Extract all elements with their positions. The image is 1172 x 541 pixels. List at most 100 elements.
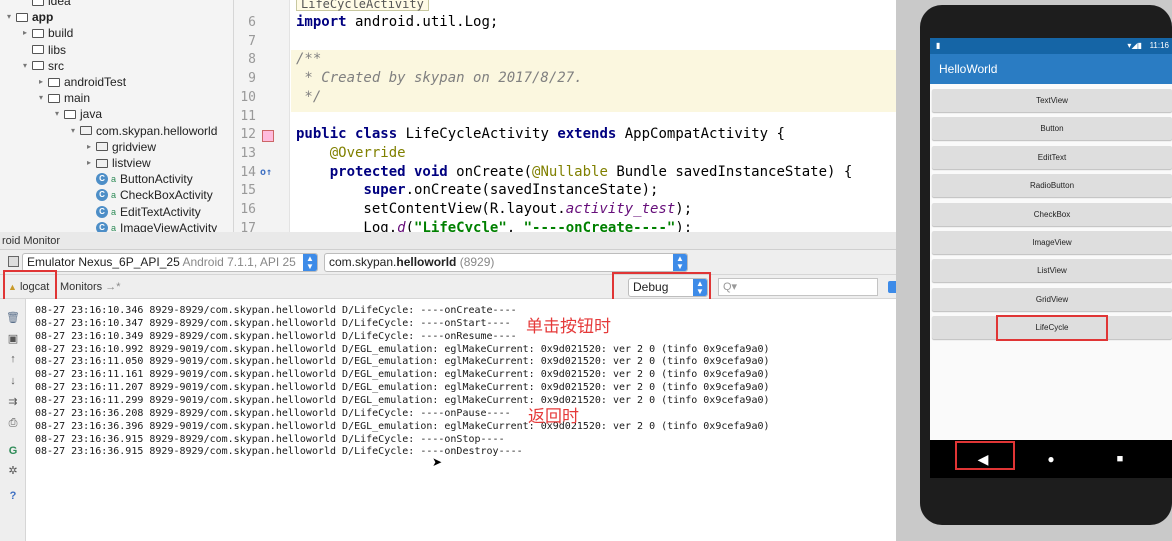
- print-icon[interactable]: ⎙: [6, 416, 20, 430]
- phone-status-bar: ▮ ▾◢▮ 11:16: [930, 38, 1172, 54]
- log-line[interactable]: 08-27 23:16:36.915 8929-8929/com.skypan.…: [35, 434, 505, 447]
- phone-button-imageview[interactable]: ImageView: [932, 231, 1172, 254]
- code-editor[interactable]: 6 7 8 9 10 11 12 13 14 15 16 17 o↑ LifeCycleActivity…: [234, 0, 896, 232]
- log-line[interactable]: 08-27 23:16:36.396 8929-9019/com.skypan.…: [35, 421, 770, 434]
- code-line[interactable]: setContentView(R.layout.activity_test);: [296, 201, 692, 217]
- tree-item[interactable]: libs: [18, 42, 66, 58]
- chevron-down-icon[interactable]: ▾: [50, 106, 64, 122]
- log-line[interactable]: 08-27 23:16:10.992 8929-9019/com.skypan.…: [35, 344, 770, 357]
- tree-item[interactable]: ▾ app: [2, 9, 53, 25]
- log-line[interactable]: 08-27 23:16:11.161 8929-9019/com.skypan.…: [35, 369, 770, 382]
- chevron-down-icon[interactable]: ▾: [18, 58, 32, 74]
- logcat-output[interactable]: 08-27 23:16:10.346 8929-8929/com.skypan.…: [26, 299, 896, 541]
- tree-item[interactable]: ▸ androidTest: [34, 74, 126, 90]
- log-line[interactable]: 08-27 23:16:10.346 8929-8929/com.skypan.…: [35, 305, 517, 318]
- back-icon[interactable]: ◀: [973, 450, 993, 468]
- tree-item-label: build: [48, 26, 74, 41]
- restart-icon[interactable]: G: [6, 444, 20, 458]
- chevron-right-icon[interactable]: ▸: [18, 25, 32, 41]
- tree-item[interactable]: Ca ButtonActivity: [82, 171, 193, 187]
- code-line[interactable]: /**: [296, 51, 321, 67]
- screen-capture-icon[interactable]: ▣: [6, 332, 20, 346]
- tree-item[interactable]: idea: [18, 0, 71, 9]
- chevron-right-icon[interactable]: ▸: [34, 74, 48, 90]
- folder-icon: [32, 61, 44, 71]
- line-number: 11: [240, 108, 256, 124]
- tree-item[interactable]: ▸ gridview: [82, 139, 156, 155]
- activity-layout-icon[interactable]: [262, 130, 274, 142]
- phone-button-checkbox[interactable]: CheckBox: [932, 202, 1172, 226]
- class-icon: C: [96, 173, 108, 186]
- tree-item-label: main: [64, 91, 91, 106]
- tree-item[interactable]: ▾ src: [18, 58, 64, 74]
- chevron-down-icon[interactable]: ▾: [34, 90, 48, 106]
- tree-item[interactable]: Ca EditTextActivity: [82, 204, 201, 220]
- tree-item[interactable]: ▸ build: [18, 25, 73, 41]
- code-line[interactable]: * Created by skypan on 2017/8/27.: [296, 70, 582, 86]
- phone-button-gridview[interactable]: GridView: [932, 287, 1172, 311]
- tree-item[interactable]: ▾ com.skypan.helloworld: [66, 123, 217, 139]
- package-icon: [96, 142, 108, 152]
- tree-item[interactable]: ▾ main: [34, 90, 90, 106]
- logcat-search-input[interactable]: Q▾: [718, 278, 878, 296]
- phone-button-textview[interactable]: TextView: [932, 89, 1172, 112]
- soft-wrap-icon[interactable]: ⇉: [6, 395, 20, 409]
- log-level-selector[interactable]: Debug ▲ ▼: [628, 278, 708, 297]
- app-title: HelloWorld: [930, 54, 1172, 84]
- scroll-down-icon[interactable]: ↓: [6, 374, 20, 388]
- log-line[interactable]: 08-27 23:16:36.208 8929-8929/com.skypan.…: [35, 408, 511, 421]
- lock-icon: a: [111, 206, 117, 217]
- log-line[interactable]: 08-27 23:16:10.349 8929-8929/com.skypan.…: [35, 331, 517, 344]
- phone-button-listview[interactable]: ListView: [932, 259, 1172, 283]
- scroll-up-icon[interactable]: ↑: [6, 352, 20, 366]
- phone-button-radiobutton[interactable]: RadioButton: [932, 174, 1172, 198]
- log-line[interactable]: 08-27 23:16:11.299 8929-9019/com.skypan.…: [35, 395, 770, 408]
- tree-item[interactable]: Ca ImageViewActivity: [82, 220, 217, 232]
- log-line[interactable]: 08-27 23:16:11.050 8929-9019/com.skypan.…: [35, 356, 770, 369]
- code-line[interactable]: import android.util.Log;: [296, 14, 498, 30]
- tree-item[interactable]: ▾ java: [50, 106, 102, 122]
- tree-item[interactable]: ▸ listview: [82, 155, 151, 171]
- phone-button-edittext[interactable]: EditText: [932, 145, 1172, 169]
- code-line[interactable]: super.onCreate(savedInstanceState);: [296, 182, 658, 198]
- gear-icon[interactable]: ✲: [6, 464, 20, 478]
- code-line[interactable]: public class LifeCycleActivity extends A…: [296, 126, 785, 142]
- device-selector[interactable]: Emulator Nexus_6P_API_25 Android 7.1.1, …: [22, 253, 318, 272]
- chevron-updown-icon: ▲ ▼: [673, 254, 687, 271]
- tab-monitors[interactable]: Monitors →*: [60, 279, 121, 295]
- home-icon[interactable]: ●: [1041, 450, 1061, 468]
- editor-gutter: 6 7 8 9 10 11 12 13 14 15 16 17 o↑: [234, 0, 290, 232]
- log-line[interactable]: 08-27 23:16:10.347 8929-8929/com.skypan.…: [35, 318, 511, 331]
- log-line[interactable]: 08-27 23:16:36.915 8929-8929/com.skypan.…: [35, 446, 523, 459]
- class-icon: C: [96, 221, 108, 232]
- code-line[interactable]: protected void onCreate(@Nullable Bundle…: [296, 164, 853, 180]
- code-line[interactable]: @Override: [296, 145, 406, 161]
- process-package-bold: helloworld: [396, 255, 457, 269]
- tree-item[interactable]: Ca CheckBoxActivity: [82, 187, 213, 203]
- lock-icon: a: [111, 190, 117, 201]
- chevron-down-icon[interactable]: ▾: [2, 9, 16, 25]
- code-line[interactable]: Log.d("LifeCycle", "----onCreate----");: [296, 220, 692, 232]
- code-line[interactable]: */: [296, 89, 321, 105]
- chevron-right-icon[interactable]: ▸: [82, 155, 96, 171]
- chevron-right-icon[interactable]: ▸: [82, 139, 96, 155]
- phone-button-lifecycle[interactable]: LifeCycle: [932, 316, 1172, 340]
- class-icon: C: [96, 189, 108, 202]
- process-package: com.skypan.: [329, 255, 397, 269]
- chevron-down-icon[interactable]: ▾: [66, 123, 80, 139]
- recent-apps-icon[interactable]: ■: [1110, 450, 1130, 468]
- project-tree: idea ▾ app ▸ build libs ▾ src ▸ androidTest ▾ main ▾…: [0, 0, 234, 232]
- package-icon: [80, 126, 92, 136]
- tab-logcat[interactable]: ▲ logcat: [8, 279, 49, 295]
- log-line[interactable]: 08-27 23:16:11.207 8929-9019/com.skypan.…: [35, 382, 770, 395]
- tree-item-label: gridview: [112, 139, 157, 154]
- phone-button-button[interactable]: Button: [932, 117, 1172, 141]
- trash-icon[interactable]: 🗑: [6, 311, 20, 325]
- editor-tab-hint[interactable]: LifeCycleActivity: [296, 0, 429, 11]
- folder-icon: [32, 28, 44, 38]
- chevron-updown-icon: ▲ ▼: [693, 279, 707, 296]
- tab-monitors-label: Monitors: [60, 281, 103, 293]
- process-selector[interactable]: com.skypan.helloworld (8929) ▲ ▼: [324, 253, 688, 272]
- override-icon[interactable]: o↑: [260, 167, 272, 178]
- help-icon[interactable]: ?: [6, 489, 20, 503]
